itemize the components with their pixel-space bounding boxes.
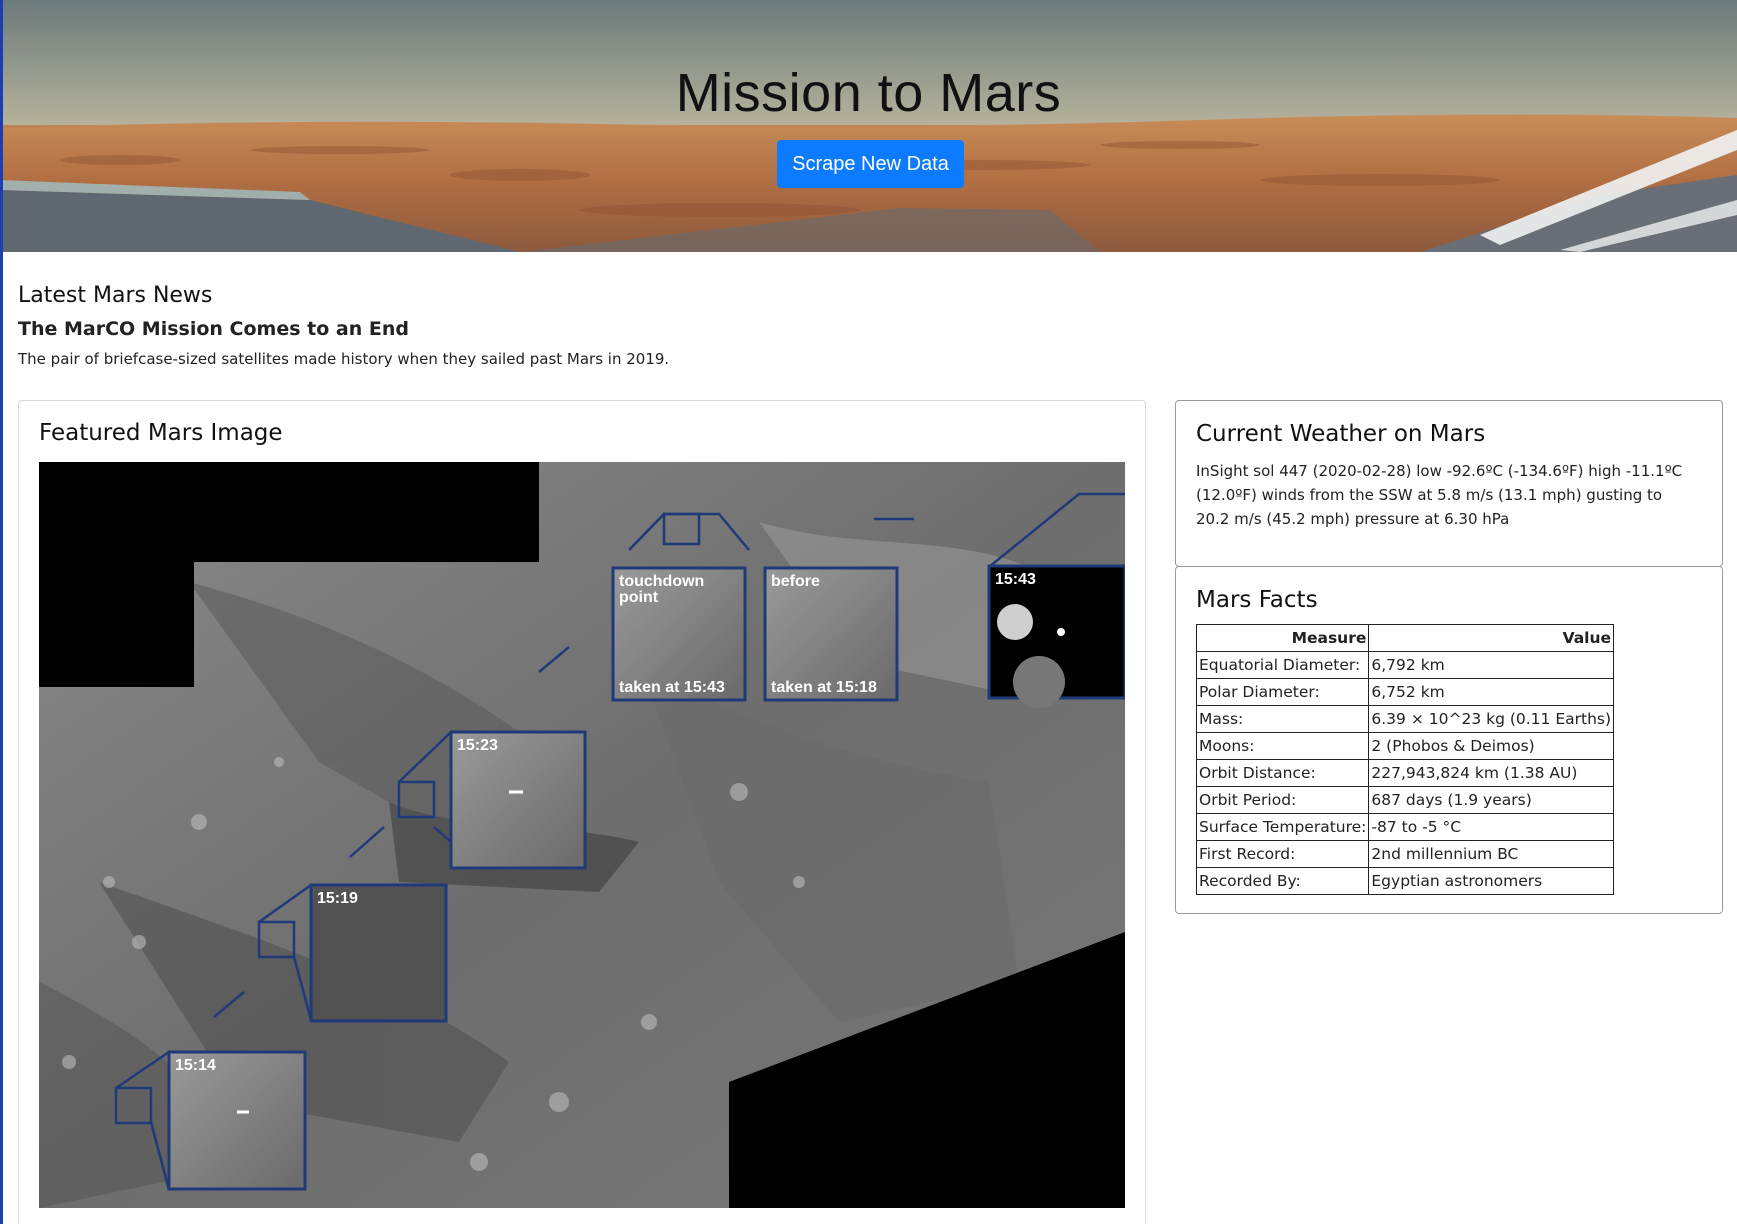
value-cell: 6,752 km	[1368, 678, 1615, 706]
weather-heading: Current Weather on Mars	[1196, 421, 1486, 447]
page-title: Mission to Mars	[675, 63, 1062, 123]
inset-label-point: point	[619, 589, 659, 606]
table-row: Orbit Period: 687 days (1.9 years)	[1195, 786, 1615, 814]
table-row: Orbit Distance: 227,943,824 km (1.38 AU)	[1195, 759, 1615, 787]
table-row: Surface Temperature: -87 to -5 °C	[1195, 813, 1615, 841]
featured-image-card: Featured Mars Image touchdown point take…	[18, 400, 1146, 1224]
weather-card: Current Weather on Mars InSight sol 447 …	[1175, 400, 1723, 567]
inset-label-1514: 15:14	[175, 1057, 216, 1074]
table-header-row: Measure Value	[1195, 624, 1615, 652]
inset-before: before taken at 15:18	[763, 566, 899, 702]
table-row: Polar Diameter: 6,752 km	[1195, 678, 1615, 706]
scrape-new-data-button[interactable]: Scrape New Data	[777, 140, 964, 188]
table-row: Equatorial Diameter: 6,792 km	[1195, 651, 1615, 679]
measure-cell: Surface Temperature:	[1195, 813, 1370, 841]
column-header-value: Value	[1368, 624, 1615, 652]
mars-facts-table: Measure Value Equatorial Diameter: 6,792…	[1195, 624, 1615, 895]
value-cell: 2nd millennium BC	[1368, 840, 1615, 868]
value-cell: 6.39 × 10^23 kg (0.11 Earths)	[1368, 705, 1615, 733]
inset-label-1543: 15:43	[995, 571, 1036, 588]
hero-banner: Mission to Mars Scrape New Data	[0, 0, 1737, 252]
inset-label-taken-1543: taken at 15:43	[619, 679, 725, 696]
news-heading: Latest Mars News	[18, 283, 213, 308]
measure-cell: First Record:	[1195, 840, 1370, 868]
mars-landscape-photo	[0, 0, 1737, 252]
measure-cell: Orbit Period:	[1195, 786, 1370, 814]
value-cell: 227,943,824 km (1.38 AU)	[1368, 759, 1615, 787]
value-cell: 6,792 km	[1368, 651, 1615, 679]
value-cell: Egyptian astronomers	[1368, 867, 1615, 895]
measure-cell: Equatorial Diameter:	[1195, 651, 1370, 679]
value-cell: 2 (Phobos & Deimos)	[1368, 732, 1615, 760]
value-cell: -87 to -5 °C	[1368, 813, 1615, 841]
featured-mars-image[interactable]: touchdown point taken at 15:43 before ta…	[39, 462, 1125, 1208]
inset-label-touchdown: touchdown	[619, 573, 704, 590]
page-left-edge	[0, 0, 3, 1224]
inset-label-1519: 15:19	[317, 890, 358, 907]
measure-cell: Mass:	[1195, 705, 1370, 733]
latest-news-section: Latest Mars News The MarCO Mission Comes…	[18, 283, 669, 368]
weather-report: InSight sol 447 (2020-02-28) low -92.6ºC…	[1196, 462, 1683, 528]
mars-facts-heading: Mars Facts	[1196, 587, 1318, 613]
column-header-measure: Measure	[1195, 624, 1370, 652]
inset-label-taken-1518: taken at 15:18	[771, 679, 877, 696]
measure-cell: Polar Diameter:	[1195, 678, 1370, 706]
inset-label-1523: 15:23	[457, 737, 498, 754]
table-row: First Record: 2nd millennium BC	[1195, 840, 1615, 868]
inset-label-before: before	[771, 573, 820, 590]
featured-image-heading: Featured Mars Image	[39, 420, 283, 446]
measure-cell: Recorded By:	[1195, 867, 1370, 895]
news-title: The MarCO Mission Comes to an End	[18, 318, 409, 340]
news-teaser: The pair of briefcase-sized satellites m…	[18, 350, 670, 368]
measure-cell: Orbit Distance:	[1195, 759, 1370, 787]
table-row: Recorded By: Egyptian astronomers	[1195, 867, 1615, 895]
measure-cell: Moons:	[1195, 732, 1370, 760]
mars-facts-card: Mars Facts Measure Value Equatorial Diam…	[1175, 566, 1723, 914]
value-cell: 687 days (1.9 years)	[1368, 786, 1615, 814]
table-row: Mass: 6.39 × 10^23 kg (0.11 Earths)	[1195, 705, 1615, 733]
table-row: Moons: 2 (Phobos & Deimos)	[1195, 732, 1615, 760]
